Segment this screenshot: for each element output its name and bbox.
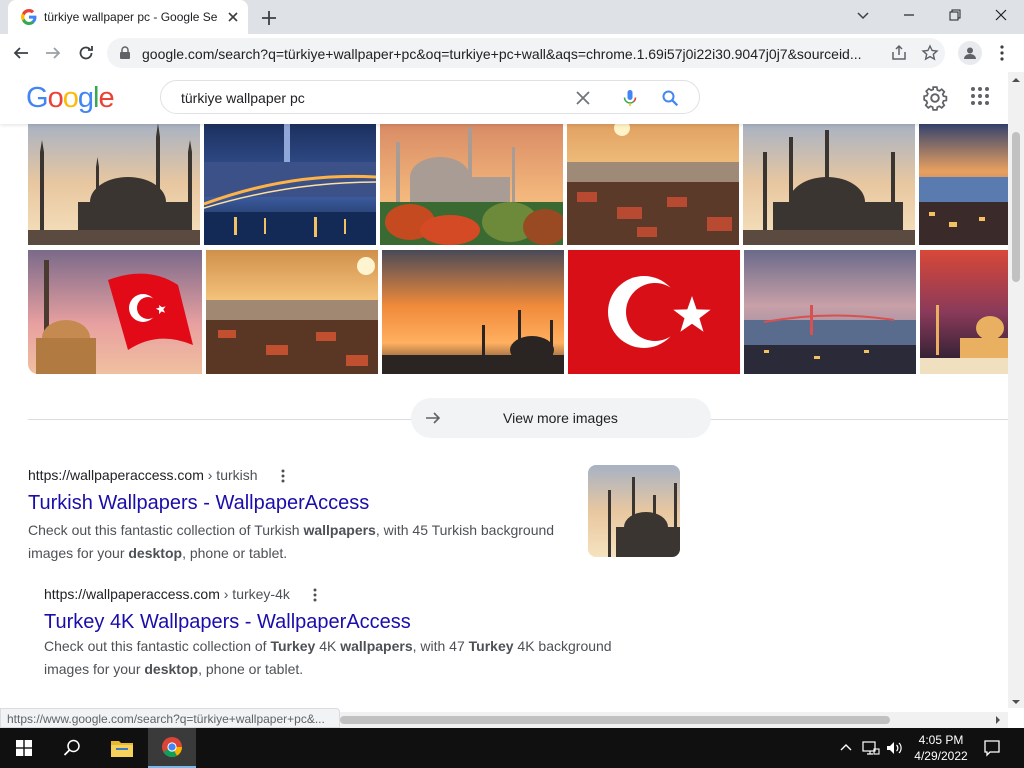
folder-icon bbox=[111, 741, 133, 757]
tab-google-search[interactable]: türkiye wallpaper pc - Google Se bbox=[8, 0, 248, 34]
forward-button[interactable] bbox=[41, 41, 65, 65]
image-result-mosque-sunset[interactable] bbox=[28, 122, 200, 245]
google-g-icon bbox=[21, 9, 37, 25]
image-result-istanbul-golden-hour[interactable] bbox=[206, 250, 378, 374]
minimize-button[interactable] bbox=[886, 0, 932, 30]
back-button[interactable] bbox=[9, 41, 33, 65]
image-result-bosphorus-evening[interactable] bbox=[919, 122, 1008, 245]
image-result-skyline-dramatic-sunset[interactable] bbox=[382, 250, 564, 374]
taskbar-search-button[interactable] bbox=[48, 728, 96, 768]
tab-strip: türkiye wallpaper pc - Google Se bbox=[0, 0, 1024, 34]
bookmark-star-icon[interactable] bbox=[921, 44, 939, 62]
person-icon bbox=[964, 47, 976, 59]
taskbar-chrome[interactable] bbox=[148, 728, 196, 768]
image-result-mosque-sunset-2[interactable] bbox=[743, 122, 915, 245]
result-cite[interactable]: https://wallpaperaccess.com › turkey-4k bbox=[44, 586, 290, 602]
clear-icon[interactable] bbox=[575, 90, 591, 106]
result-cite[interactable]: https://wallpaperaccess.com › turkish bbox=[28, 467, 258, 483]
chrome-menu-button[interactable] bbox=[992, 41, 1012, 65]
windows-logo-icon bbox=[16, 740, 32, 756]
browser-toolbar: google.com/search?q=türkiye+wallpaper+pc… bbox=[0, 34, 1024, 72]
more-vert-icon bbox=[281, 469, 285, 483]
apps-grid-icon[interactable] bbox=[970, 86, 990, 106]
result-2-snippet: Check out this fantastic collection of T… bbox=[44, 638, 612, 677]
more-vert-icon bbox=[313, 588, 317, 602]
result-1-title-link[interactable]: Turkish Wallpapers - WallpaperAccess bbox=[28, 492, 369, 515]
restore-button[interactable] bbox=[932, 0, 978, 30]
vertical-scroll-thumb[interactable] bbox=[1012, 132, 1020, 282]
result-1-more-options[interactable] bbox=[277, 467, 289, 485]
link-status-bubble: https://www.google.com/search?q=türkiye+… bbox=[0, 708, 340, 728]
network-icon[interactable] bbox=[862, 740, 880, 756]
chrome-icon bbox=[162, 737, 183, 758]
settings-gear-icon[interactable] bbox=[922, 85, 948, 111]
system-clock[interactable]: 4:05 PM 4/29/2022 bbox=[906, 732, 976, 764]
chevron-up-icon[interactable] bbox=[840, 742, 852, 754]
search-result-2: https://wallpaperaccess.com › turkey-4k bbox=[44, 586, 290, 602]
vertical-scrollbar[interactable] bbox=[1008, 72, 1024, 708]
image-result-bosphorus-bridge-night[interactable] bbox=[204, 122, 376, 245]
image-result-istanbul-rooftops-sunset[interactable] bbox=[567, 122, 739, 245]
result-2-title-link[interactable]: Turkey 4K Wallpapers - WallpaperAccess bbox=[44, 611, 411, 634]
screen: türkiye wallpaper pc - Google Se google.… bbox=[0, 0, 1024, 768]
search-input[interactable]: türkiye wallpaper pc bbox=[181, 90, 305, 106]
taskbar-file-explorer[interactable] bbox=[98, 728, 146, 768]
more-vert-icon bbox=[1000, 45, 1004, 61]
scroll-right-arrow-icon[interactable] bbox=[994, 716, 1002, 724]
image-result-mosque-night-lights[interactable] bbox=[920, 250, 1008, 374]
clock-date: 4/29/2022 bbox=[914, 749, 968, 763]
search-box[interactable]: türkiye wallpaper pc bbox=[160, 80, 700, 114]
microphone-icon[interactable] bbox=[621, 89, 639, 107]
tab-title: türkiye wallpaper pc - Google Se bbox=[44, 10, 218, 24]
profile-avatar[interactable] bbox=[958, 41, 982, 65]
search-result-1: https://wallpaperaccess.com › turkish bbox=[28, 467, 258, 483]
tab-search-chevron-icon[interactable] bbox=[840, 0, 886, 30]
result-1-snippet: Check out this fantastic collection of T… bbox=[28, 522, 555, 561]
result-1-thumbnail[interactable] bbox=[588, 465, 680, 557]
notifications-icon[interactable] bbox=[983, 739, 1001, 757]
search-results-page: Google türkiye wallpaper pc View more im… bbox=[0, 72, 1008, 708]
google-header: Google türkiye wallpaper pc bbox=[0, 72, 1008, 124]
view-more-images-label: View more images bbox=[503, 410, 618, 426]
image-result-turkish-flag[interactable] bbox=[568, 250, 740, 374]
forward-arrow-icon bbox=[46, 47, 61, 59]
volume-icon[interactable] bbox=[886, 740, 904, 756]
new-tab-plus-icon[interactable] bbox=[259, 8, 279, 28]
image-result-blue-mosque-autumn[interactable] bbox=[380, 122, 563, 245]
google-logo[interactable]: Google bbox=[26, 82, 115, 115]
reload-button[interactable] bbox=[74, 41, 98, 65]
back-arrow-icon bbox=[13, 47, 28, 59]
arrow-right-icon bbox=[426, 412, 441, 424]
horizontal-scroll-thumb[interactable] bbox=[340, 716, 890, 724]
url-text[interactable]: google.com/search?q=türkiye+wallpaper+pc… bbox=[142, 46, 882, 62]
address-bar[interactable]: google.com/search?q=türkiye+wallpaper+pc… bbox=[107, 38, 945, 68]
image-result-bosphorus-bridge-dusk[interactable] bbox=[744, 250, 916, 374]
scroll-down-arrow-icon[interactable] bbox=[1012, 698, 1020, 706]
search-icon[interactable] bbox=[661, 89, 679, 107]
result-2-more-options[interactable] bbox=[309, 586, 321, 604]
close-window-button[interactable] bbox=[978, 0, 1024, 30]
scroll-up-arrow-icon[interactable] bbox=[1012, 76, 1020, 84]
windows-taskbar: 4:05 PM 4/29/2022 bbox=[0, 728, 1024, 768]
clock-time: 4:05 PM bbox=[918, 733, 964, 747]
close-tab-icon[interactable] bbox=[224, 8, 242, 26]
reload-icon bbox=[79, 46, 93, 60]
share-icon[interactable] bbox=[890, 44, 908, 62]
search-icon bbox=[63, 739, 80, 756]
image-result-flag-with-mosque[interactable] bbox=[28, 250, 202, 374]
view-more-images-button[interactable]: View more images bbox=[411, 398, 711, 438]
lock-icon[interactable] bbox=[119, 46, 131, 60]
start-button[interactable] bbox=[0, 728, 48, 768]
